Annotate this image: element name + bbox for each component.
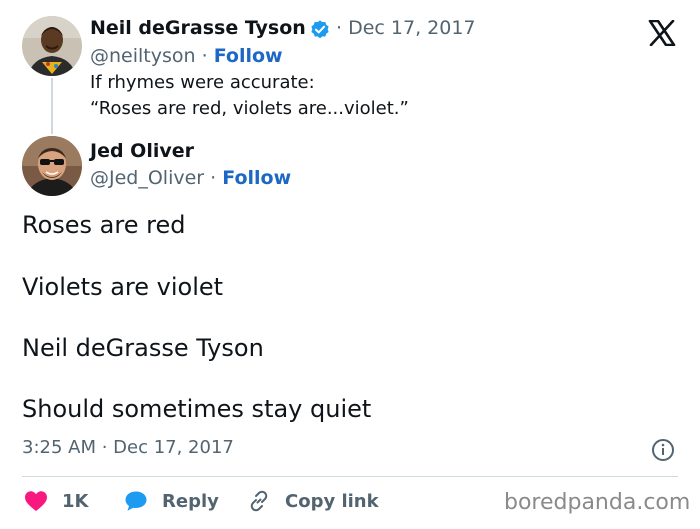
avatar-neil[interactable] — [22, 16, 82, 76]
like-button[interactable]: 1K — [24, 488, 88, 514]
reply-body-line-2: Violets are violet — [22, 273, 224, 301]
author-name[interactable]: Neil deGrasse Tyson — [90, 17, 306, 39]
reply-button[interactable]: Reply — [124, 488, 219, 514]
separator-dot: · — [210, 167, 217, 189]
reply-author-handle[interactable]: @Jed_Oliver — [90, 167, 204, 189]
x-logo-icon[interactable] — [648, 19, 676, 47]
separator-dot: · — [201, 45, 208, 67]
heart-icon — [24, 490, 48, 512]
reply-handle-row: @Jed_Oliver · Follow — [90, 167, 291, 189]
speech-bubble-icon — [124, 490, 148, 512]
separator-dot: · — [336, 17, 343, 39]
copy-link-button[interactable]: Copy link — [247, 488, 379, 514]
author-handle-row: @neiltyson · Follow — [90, 45, 283, 67]
thread-connector-line — [51, 78, 53, 134]
reply-body-line-1: Roses are red — [22, 211, 186, 239]
copy-link-label: Copy link — [285, 490, 379, 512]
reply-follow-button[interactable]: Follow — [222, 167, 291, 189]
actions-divider — [22, 476, 678, 477]
original-tweet-line-1: If rhymes were accurate: — [90, 72, 315, 93]
reply-label: Reply — [162, 490, 219, 512]
reply-body-line-4: Should sometimes stay quiet — [22, 395, 372, 423]
source-watermark: boredpanda.com — [504, 490, 691, 515]
verified-badge-icon — [309, 19, 331, 41]
reply-author-name[interactable]: Jed Oliver — [90, 140, 194, 162]
reply-timestamp[interactable]: 3:25 AM · Dec 17, 2017 — [22, 437, 234, 458]
follow-button[interactable]: Follow — [214, 45, 283, 67]
like-count: 1K — [62, 490, 89, 512]
author-handle[interactable]: @neiltyson — [90, 45, 196, 67]
tweet-date-text: Dec 17, 2017 — [348, 17, 476, 39]
avatar-jed[interactable] — [22, 136, 82, 196]
reply-body-line-3: Neil deGrasse Tyson — [22, 334, 264, 362]
link-icon — [247, 489, 271, 513]
info-icon[interactable] — [651, 438, 675, 462]
tweet-date[interactable]: · Dec 17, 2017 — [336, 17, 476, 39]
original-tweet-line-2: “Roses are red, violets are...violet.” — [90, 98, 409, 119]
